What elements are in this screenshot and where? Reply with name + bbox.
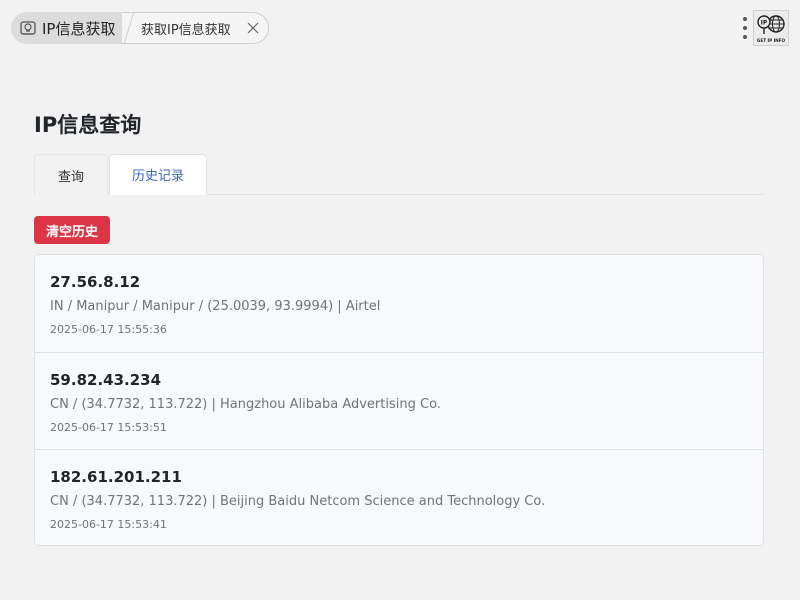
- app-icon: [20, 21, 36, 35]
- page-title: IP信息查询: [34, 113, 142, 137]
- history-ip: 59.82.43.234: [50, 371, 162, 389]
- history-info: CN / (34.7732, 113.722) | Beijing Baidu …: [50, 494, 546, 509]
- history-time: 2025-06-17 15:53:51: [50, 421, 167, 434]
- tab-query[interactable]: 查询: [34, 154, 108, 195]
- app-logo: IP GET IP INFO: [753, 10, 789, 46]
- history-item[interactable]: 27.56.8.12 IN / Manipur / Manipur / (25.…: [35, 255, 763, 352]
- sub-tab[interactable]: 获取IP信息获取: [122, 12, 269, 44]
- clear-history-button[interactable]: 清空历史: [34, 216, 110, 244]
- globe-icon: IP GET IP INFO: [757, 15, 786, 43]
- history-time: 2025-06-17 15:55:36: [50, 323, 167, 336]
- tab-history[interactable]: 历史记录: [109, 154, 207, 195]
- main-tab-label: IP信息获取: [42, 19, 116, 38]
- tab-divider: [123, 12, 135, 44]
- history-info: CN / (34.7732, 113.722) | Hangzhou Aliba…: [50, 397, 441, 412]
- history-ip: 27.56.8.12: [50, 273, 141, 291]
- more-menu-icon[interactable]: [741, 16, 749, 40]
- history-time: 2025-06-17 15:53:41: [50, 518, 167, 531]
- sub-tab-label: 获取IP信息获取: [141, 22, 231, 38]
- history-item[interactable]: 182.61.201.211 CN / (34.7732, 113.722) |…: [35, 449, 763, 545]
- top-bar: IP信息获取 获取IP信息获取 IP GET IP INFO: [0, 0, 800, 56]
- tab-bar: 查询 历史记录: [34, 154, 764, 195]
- logo-bottom-text: GET IP INFO: [757, 38, 786, 43]
- main-app-tab[interactable]: IP信息获取: [11, 12, 135, 44]
- history-info: IN / Manipur / Manipur / (25.0039, 93.99…: [50, 299, 381, 314]
- logo-top-text: IP: [761, 20, 768, 27]
- close-icon[interactable]: [246, 21, 260, 35]
- history-list: 27.56.8.12 IN / Manipur / Manipur / (25.…: [34, 254, 764, 546]
- history-ip: 182.61.201.211: [50, 468, 182, 486]
- history-item[interactable]: 59.82.43.234 CN / (34.7732, 113.722) | H…: [35, 352, 763, 449]
